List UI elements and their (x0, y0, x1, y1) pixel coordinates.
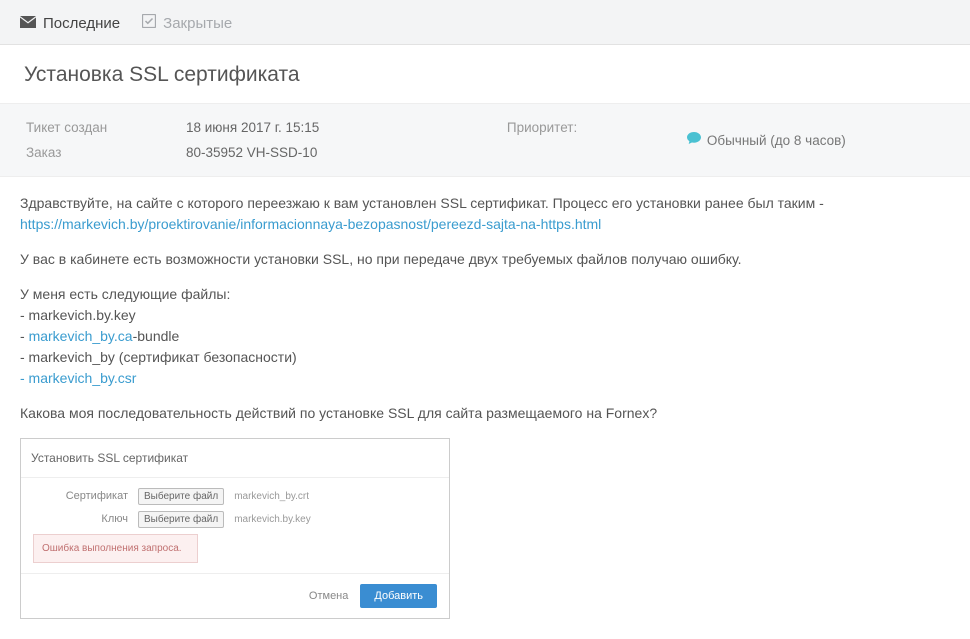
file2-link[interactable]: markevich_by.ca (29, 328, 133, 344)
tab-recent-label: Последние (43, 15, 120, 32)
choose-key-button[interactable]: Выберите файл (138, 511, 224, 528)
file4: - markevich_by.csr (20, 370, 136, 386)
msg-intro: Здравствуйте, на сайте с которого переез… (20, 195, 824, 211)
msg-para2: У вас в кабинете есть возможности устано… (20, 249, 950, 270)
order-label: Заказ (26, 145, 186, 160)
priority-label: Приоритет: (507, 120, 687, 160)
tab-closed[interactable]: Закрытые (142, 14, 232, 32)
files-intro-text: У меня есть следующие файлы (20, 286, 226, 302)
priority-text: Обычный (до 8 часов) (707, 133, 846, 148)
tabs-bar: Последние Закрытые (0, 0, 970, 45)
ticket-meta: Тикет создан 18 июня 2017 г. 15:15 Заказ… (0, 104, 970, 177)
cancel-button[interactable]: Отмена (309, 588, 348, 605)
add-button[interactable]: Добавить (360, 584, 437, 608)
cert-filename: markevich_by.crt (234, 489, 309, 504)
key-filename: markevich.by.key (234, 512, 311, 527)
file2-pre: - (20, 328, 29, 344)
created-label: Тикет создан (26, 120, 186, 135)
file1: - markevich.by.key (20, 307, 136, 323)
ticket-title: Установка SSL сертификата (0, 45, 970, 104)
files-colon: : (226, 286, 230, 302)
choose-cert-button[interactable]: Выберите файл (138, 488, 224, 505)
mail-icon (20, 15, 36, 32)
file3: - markevich_by (сертификат безопасности) (20, 349, 297, 365)
error-message: Ошибка выполнения запроса. (33, 534, 198, 563)
cert-label: Сертификат (33, 488, 128, 505)
msg-question: Какова моя последовательность действий п… (20, 403, 950, 424)
comment-icon (687, 132, 701, 148)
key-label: Ключ (33, 511, 128, 528)
priority-value: Обычный (до 8 часов) (687, 120, 846, 160)
file2-suf: -bundle (133, 328, 180, 344)
check-square-icon (142, 14, 156, 32)
msg-link[interactable]: https://markevich.by/proektirovanie/info… (20, 216, 601, 232)
created-value: 18 июня 2017 г. 15:15 (186, 120, 319, 135)
ticket-message: Здравствуйте, на сайте с которого переез… (0, 177, 970, 639)
embedded-title: Установить SSL сертификат (21, 439, 449, 478)
embedded-panel: Установить SSL сертификат Сертификат Выб… (20, 438, 450, 619)
tab-closed-label: Закрытые (163, 15, 232, 32)
order-value: 80-35952 VH-SSD-10 (186, 145, 317, 160)
tab-recent[interactable]: Последние (20, 14, 120, 32)
